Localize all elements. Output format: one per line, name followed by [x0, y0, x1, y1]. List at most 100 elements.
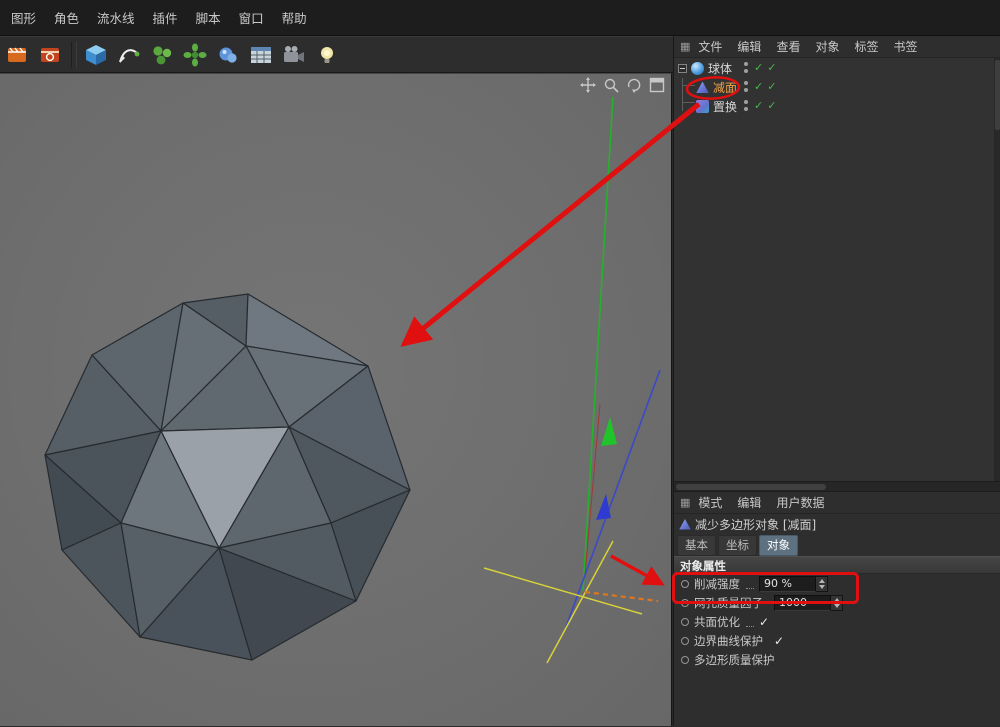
object-toggles: ✓ ✓	[742, 61, 776, 74]
coplanar-optimization-checkbox[interactable]: ✓	[759, 615, 769, 629]
am-menu-userdata[interactable]: 用户数据	[776, 494, 824, 511]
light-icon[interactable]	[311, 39, 342, 70]
enabled-check-icon[interactable]: ✓	[754, 80, 763, 93]
property-row-reduction-strength: 削减强度 90 %	[674, 574, 1000, 593]
attribute-title-row: 减少多边形对象 [减面]	[674, 514, 1000, 535]
om-menu-objects[interactable]: 对象	[815, 38, 839, 55]
render-clapper-icon[interactable]	[2, 39, 33, 70]
keyframe-dot-icon[interactable]	[681, 637, 689, 645]
tab-coordinates[interactable]: 坐标	[718, 535, 757, 556]
collapse-icon[interactable]	[678, 64, 687, 73]
keyframe-dot-icon[interactable]	[681, 599, 689, 607]
pan-icon[interactable]	[580, 77, 596, 93]
om-horizontal-scrollbar[interactable]	[674, 481, 1000, 491]
deformer-icon[interactable]	[179, 39, 210, 70]
tab-basic[interactable]: 基本	[677, 535, 716, 556]
enabled-check-icon[interactable]: ✓	[754, 99, 763, 112]
object-toggles: ✓ ✓	[742, 99, 776, 112]
enabled-check-icon[interactable]: ✓	[767, 99, 776, 112]
object-tree: 球体 ✓ ✓ 减面 ✓ ✓ 置换	[674, 58, 1000, 481]
zoom-icon[interactable]	[603, 77, 619, 93]
dotted-leader	[746, 616, 754, 626]
object-name[interactable]: 球体	[708, 60, 732, 77]
am-menu-mode[interactable]: 模式	[698, 494, 722, 511]
right-panel-column: ▦ 文件 编辑 查看 对象 标签 书签 球体 ✓ ✓	[673, 36, 1000, 726]
menu-item-plugins[interactable]: 插件	[144, 8, 187, 27]
reduction-strength-input[interactable]: 90 %	[759, 576, 816, 592]
object-properties-header: 对象属性	[674, 556, 1000, 574]
polygon-reduction-object-icon	[679, 519, 691, 531]
dotted-leader	[746, 578, 754, 588]
visibility-dots-icon[interactable]	[742, 61, 750, 74]
keyframe-dot-icon[interactable]	[681, 580, 689, 588]
keyframe-dot-icon[interactable]	[681, 656, 689, 664]
object-manager-menubar: ▦ 文件 编辑 查看 对象 标签 书签	[674, 36, 1000, 58]
object-name[interactable]: 置换	[713, 98, 737, 115]
displace-object-icon	[696, 100, 709, 113]
menu-item-mograph[interactable]: 图形	[2, 8, 45, 27]
object-toggles: ✓ ✓	[742, 80, 776, 93]
lowpoly-sphere-mesh	[45, 294, 410, 660]
enabled-check-icon[interactable]: ✓	[754, 61, 763, 74]
mesh-quality-factor-input[interactable]: 1000	[774, 595, 831, 611]
rotate-icon[interactable]	[626, 77, 642, 93]
maximize-icon[interactable]	[649, 77, 665, 93]
render-settings-icon[interactable]	[35, 39, 66, 70]
y-axis-arrow-icon	[601, 417, 617, 446]
metaball-icon[interactable]	[212, 39, 243, 70]
sphere-object-icon	[691, 62, 704, 75]
am-menu-edit[interactable]: 编辑	[737, 494, 761, 511]
property-label: 削减强度	[694, 576, 740, 592]
panel-grid-icon[interactable]: ▦	[680, 496, 690, 509]
polygon-reduction-object-icon	[696, 81, 709, 94]
main-menubar: 图形 角色 流水线 插件 脚本 窗口 帮助	[0, 0, 1000, 36]
z-axis-arrow-icon	[596, 494, 611, 520]
viewport-canvas	[0, 74, 672, 727]
panel-grid-icon[interactable]: ▦	[680, 40, 690, 53]
property-label: 边界曲线保护	[694, 633, 763, 649]
stepper-arrows[interactable]	[816, 576, 828, 592]
menu-item-character[interactable]: 角色	[45, 8, 88, 27]
menu-item-pipeline[interactable]: 流水线	[88, 8, 144, 27]
menu-item-help[interactable]: 帮助	[273, 8, 316, 27]
enabled-check-icon[interactable]: ✓	[767, 61, 776, 74]
attribute-manager: ▦ 模式 编辑 用户数据 减少多边形对象 [减面] 基本 坐标 对象 对象属性 …	[674, 491, 1000, 726]
table-grid-icon[interactable]	[245, 39, 276, 70]
property-label: 共面优化	[694, 614, 740, 630]
attribute-manager-menubar: ▦ 模式 编辑 用户数据	[674, 492, 1000, 514]
camera-icon[interactable]	[278, 39, 309, 70]
visibility-dots-icon[interactable]	[742, 99, 750, 112]
toolbar-separator	[71, 42, 77, 68]
enabled-check-icon[interactable]: ✓	[767, 80, 776, 93]
tab-object[interactable]: 对象	[759, 535, 798, 556]
boundary-curve-protection-checkbox[interactable]: ✓	[774, 634, 784, 648]
keyframe-dot-icon[interactable]	[681, 618, 689, 626]
property-label: 网孔质量因子	[694, 595, 763, 611]
menu-item-script[interactable]: 脚本	[187, 8, 230, 27]
visibility-dots-icon[interactable]	[742, 80, 750, 93]
viewport-controls	[580, 77, 665, 93]
om-menu-tags[interactable]: 标签	[854, 38, 878, 55]
attribute-tabs: 基本 坐标 对象	[674, 535, 1000, 556]
object-row-displace[interactable]: 置换 ✓ ✓	[674, 98, 1000, 115]
om-menu-bookmarks[interactable]: 书签	[893, 38, 917, 55]
om-menu-edit[interactable]: 编辑	[737, 38, 761, 55]
om-vertical-scrollbar[interactable]	[994, 58, 1000, 481]
pen-spline-icon[interactable]	[113, 39, 144, 70]
world-axes	[484, 97, 660, 663]
object-name[interactable]: 减面	[713, 79, 737, 96]
cube-primitive-icon[interactable]	[80, 39, 111, 70]
om-menu-file[interactable]: 文件	[698, 38, 722, 55]
attribute-object-title: 减少多边形对象 [减面]	[695, 516, 816, 533]
stepper-arrows[interactable]	[831, 595, 843, 611]
object-manager: ▦ 文件 编辑 查看 对象 标签 书签 球体 ✓ ✓	[674, 36, 1000, 491]
property-label: 多边形质量保护	[694, 652, 775, 668]
property-row-mesh-quality-factor: 网孔质量因子 1000	[674, 593, 1000, 612]
property-row-boundary-curve-protection: 边界曲线保护 ✓	[674, 631, 1000, 650]
mograph-array-icon[interactable]	[146, 39, 177, 70]
perspective-viewport[interactable]	[0, 73, 672, 726]
menu-item-window[interactable]: 窗口	[230, 8, 273, 27]
object-row-sphere[interactable]: 球体 ✓ ✓	[674, 60, 1000, 77]
object-row-reduction[interactable]: 减面 ✓ ✓	[674, 79, 1000, 96]
om-menu-view[interactable]: 查看	[776, 38, 800, 55]
